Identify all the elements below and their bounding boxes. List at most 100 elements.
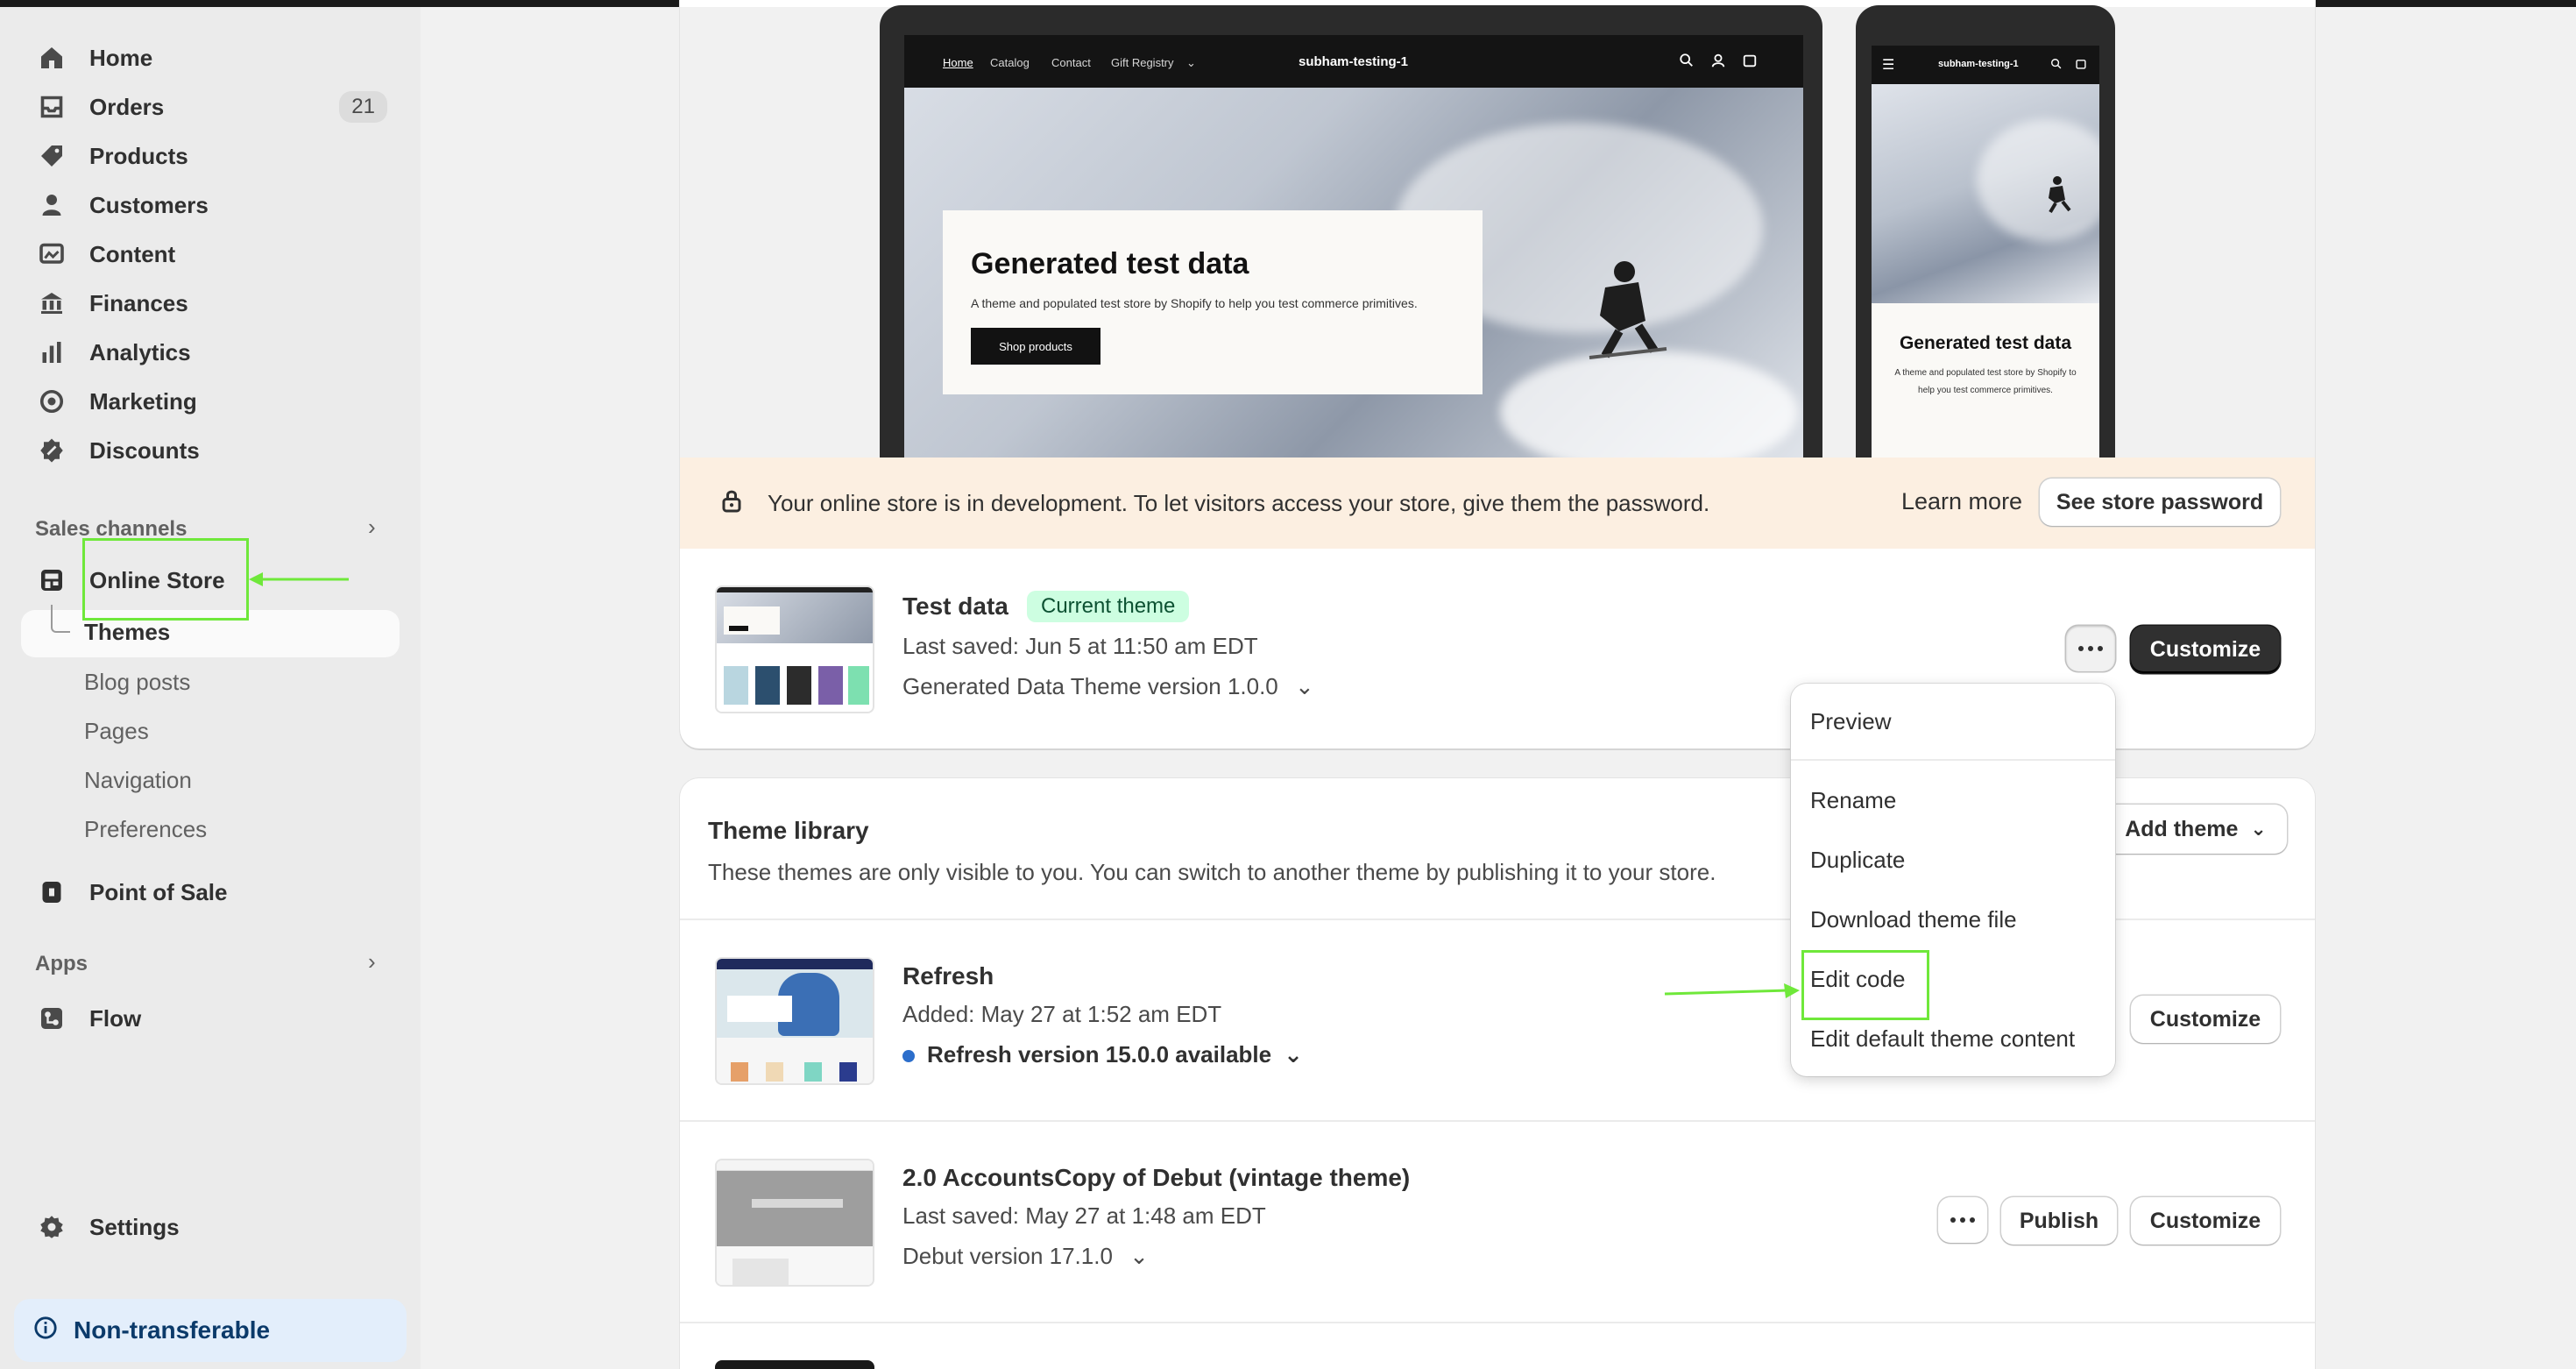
nav-analytics-label: Analytics [89, 338, 191, 365]
current-theme-version-label: Generated Data Theme version 1.0.0 [902, 673, 1278, 699]
non-transferable-banner[interactable]: Non-transferable [14, 1299, 407, 1362]
nav-products[interactable]: Products [21, 133, 400, 179]
target-icon [37, 387, 67, 416]
current-theme-customize-button[interactable]: Customize [2131, 626, 2280, 673]
menu-item-edit-default-theme-content[interactable]: Edit default theme content [1810, 1025, 2075, 1053]
menu-separator [1791, 759, 2115, 761]
nav-marketing-label: Marketing [89, 387, 197, 415]
desktop-hero-box: Generated test data A theme and populate… [943, 210, 1483, 394]
debut-theme-version-label: Debut version 17.1.0 [902, 1243, 1113, 1269]
mobile-search-icon [2051, 59, 2062, 69]
debut-customize-button[interactable]: Customize [2131, 1197, 2280, 1245]
theme-library-title: Theme library [708, 817, 869, 844]
menu-item-download-theme-file[interactable]: Download theme file [1810, 906, 2017, 933]
lock-icon [718, 487, 745, 520]
home-icon [37, 43, 67, 73]
nav-home[interactable]: Home [21, 35, 400, 81]
current-theme-last-saved: Last saved: Jun 5 at 11:50 am EDT [902, 633, 1258, 659]
debut-more-actions-button[interactable] [1938, 1197, 1987, 1243]
menu-item-duplicate[interactable]: Duplicate [1810, 847, 1905, 874]
nav-point-of-sale-label: Point of Sale [89, 878, 228, 905]
nav-customers[interactable]: Customers [21, 182, 400, 228]
sales-channels-chevron-icon[interactable]: › [368, 514, 376, 541]
menu-item-preview[interactable]: Preview [1810, 708, 1891, 735]
nav-analytics[interactable]: Analytics [21, 330, 400, 375]
more-horizontal-icon [2078, 646, 2103, 651]
storefront-icon [37, 565, 67, 595]
mobile-preview-frame: ☰ subham-testing-1 Generated test data A… [1856, 5, 2115, 466]
nav-content-label: Content [89, 240, 176, 267]
nav-point-of-sale[interactable]: Point of Sale [21, 869, 400, 915]
mobile-preview-nav: ☰ subham-testing-1 [1872, 46, 2099, 84]
nav-customers-label: Customers [89, 191, 209, 218]
person-icon [37, 190, 67, 220]
nav-flow[interactable]: Flow [21, 996, 400, 1041]
tree-connector [51, 605, 70, 633]
edit-code-highlight-arrow [1664, 983, 1800, 998]
row-divider [680, 1322, 2315, 1323]
mobile-hero-text: A theme and populated test store by Shop… [1894, 368, 2077, 395]
debut-theme-last-saved: Last saved: May 27 at 1:48 am EDT [902, 1202, 1266, 1229]
mobile-cart-icon [2076, 60, 2086, 69]
nav-navigation[interactable]: Navigation [84, 757, 192, 803]
see-store-password-button[interactable]: See store password [2040, 479, 2280, 526]
skier-figure [1589, 261, 1667, 359]
nav-pages[interactable]: Pages [84, 708, 149, 754]
bar-chart-icon [37, 337, 67, 367]
refresh-theme-update[interactable]: Refresh version 15.0.0 available ⌄ [902, 1041, 1303, 1068]
debut-theme-version[interactable]: Debut version 17.1.0 ⌄ [902, 1243, 1149, 1270]
nav-finances-label: Finances [89, 289, 188, 316]
menu-item-rename[interactable]: Rename [1810, 787, 1896, 814]
desktop-hero-title: Generated test data [971, 247, 1249, 280]
mobile-store-name: subham-testing-1 [1938, 59, 2019, 69]
debut-theme-name: 2.0 AccountsCopy of Debut (vintage theme… [902, 1164, 1411, 1191]
refresh-theme-version-label: Refresh version 15.0.0 available [927, 1041, 1272, 1068]
refresh-theme-name: Refresh [902, 962, 994, 990]
mobile-menu-icon: ☰ [1882, 58, 1895, 73]
tag-icon [37, 141, 67, 171]
mobile-skier-figure [2049, 176, 2071, 214]
add-theme-button[interactable]: Add theme ⌄ [2105, 805, 2287, 854]
inbox-icon [37, 92, 67, 122]
nav-discounts[interactable]: Discounts [21, 428, 400, 473]
more-horizontal-icon [1950, 1217, 1975, 1223]
nav-preferences[interactable]: Preferences [84, 806, 207, 852]
info-icon [33, 1316, 58, 1346]
current-theme-more-actions-button[interactable] [2066, 626, 2115, 671]
refresh-theme-added: Added: May 27 at 1:52 am EDT [902, 1001, 1222, 1027]
apps-chevron-icon[interactable]: › [368, 948, 376, 975]
apps-label: Apps [35, 952, 88, 975]
chevron-down-icon: ⌄ [1295, 673, 1314, 699]
refresh-theme-thumbnail [715, 957, 874, 1085]
nav-blog-posts[interactable]: Blog posts [84, 659, 190, 705]
update-available-dot [902, 1050, 915, 1063]
desktop-hero-text: A theme and populated test store by Shop… [971, 296, 1418, 310]
desktop-preview-nav: Home Catalog Contact Gift Registry ⌄ sub… [904, 35, 1803, 88]
orders-count-badge: 21 [339, 91, 387, 123]
nav-content[interactable]: Content [21, 231, 400, 277]
nav-home-label: Home [89, 44, 153, 71]
nav-finances[interactable]: Finances [21, 280, 400, 326]
nav-themes-label: Themes [84, 619, 171, 645]
nav-settings[interactable]: Settings [21, 1204, 400, 1250]
development-banner-text: Your online store is in development. To … [768, 489, 1710, 516]
learn-more-link[interactable]: Learn more [1901, 488, 2022, 515]
desktop-preview-hero-image: Generated test data A theme and populate… [904, 88, 1803, 473]
preview-search-icon [1680, 53, 1693, 67]
nav-marketing[interactable]: Marketing [21, 379, 400, 424]
flow-icon [37, 1004, 67, 1033]
debut-publish-button[interactable]: Publish [2001, 1197, 2117, 1245]
preview-account-icon [1711, 53, 1725, 67]
image-icon [37, 239, 67, 269]
nav-orders[interactable]: Orders 21 [21, 84, 400, 130]
current-theme-version[interactable]: Generated Data Theme version 1.0.0 ⌄ [902, 673, 1314, 700]
current-theme-name: Test data [902, 592, 1008, 620]
preview-nav-chevron-icon: ⌄ [1186, 56, 1196, 69]
chevron-down-icon: ⌄ [1129, 1243, 1149, 1269]
refresh-customize-button[interactable]: Customize [2131, 996, 2280, 1043]
edit-code-highlight-box [1801, 950, 1929, 1020]
sidebar: Home Orders 21 Products Customers Conten… [0, 7, 421, 1369]
mobile-preview-screen: ☰ subham-testing-1 Generated test data A… [1872, 46, 2099, 466]
non-transferable-label: Non-transferable [74, 1316, 271, 1344]
preview-nav-home: Home [943, 56, 973, 69]
